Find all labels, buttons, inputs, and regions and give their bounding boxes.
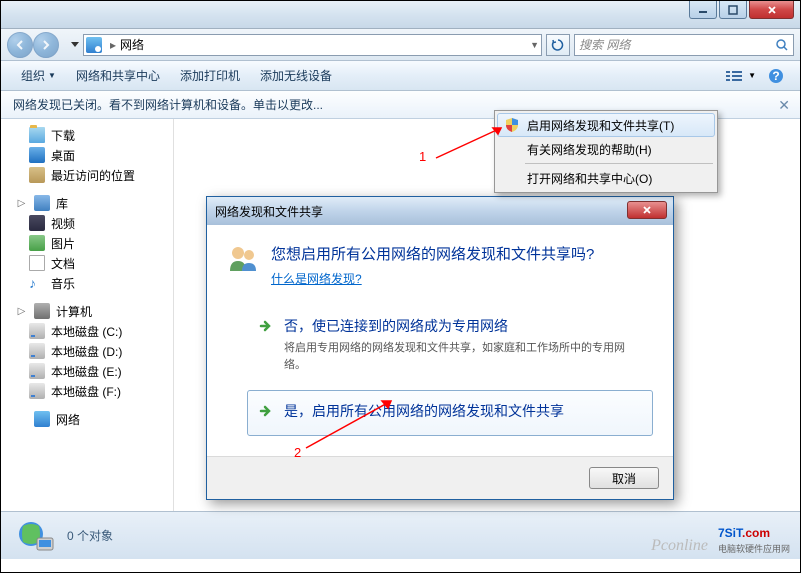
cancel-button[interactable]: 取消 — [589, 467, 659, 489]
command-bar: 组织▼ 网络和共享中心 添加打印机 添加无线设备 ▼ ? — [1, 61, 800, 91]
status-text: 0 个对象 — [67, 527, 113, 544]
breadcrumb-sep: ▸ — [110, 38, 116, 52]
dialog-option-public[interactable]: 是，启用所有公用网络的网络发现和文件共享 — [247, 390, 653, 436]
drive-icon — [29, 343, 45, 359]
address-bar[interactable]: ▸ 网络 ▼ — [83, 34, 542, 56]
annotation-number-1: 1 — [419, 149, 426, 164]
context-menu-separator — [525, 163, 713, 164]
context-menu-help[interactable]: 有关网络发现的帮助(H) — [497, 137, 715, 161]
annotation-number-2: 2 — [294, 445, 301, 460]
dialog-network-discovery: 网络发现和文件共享 您想启用所有公用网络的网络发现和文件共享吗? 什么是网络发现… — [206, 196, 674, 500]
add-wireless-button[interactable]: 添加无线设备 — [250, 63, 342, 88]
pictures-icon — [29, 235, 45, 251]
nav-history-dropdown[interactable] — [67, 35, 83, 55]
sidebar-cat-network[interactable]: 网络 — [1, 409, 173, 429]
network-large-icon — [15, 516, 55, 556]
sidebar-item-desktop[interactable]: 桌面 — [1, 145, 173, 165]
dialog-titlebar[interactable]: 网络发现和文件共享 — [207, 197, 673, 225]
sidebar-item-drive-f[interactable]: 本地磁盘 (F:) — [1, 381, 173, 401]
back-button[interactable] — [7, 32, 33, 58]
folder-icon — [29, 127, 45, 143]
info-bar-close[interactable]: ✕ — [778, 97, 790, 114]
refresh-button[interactable] — [546, 34, 570, 56]
organize-menu[interactable]: 组织▼ — [11, 63, 66, 88]
video-icon — [29, 215, 45, 231]
minimize-button[interactable] — [689, 1, 717, 19]
sidebar-item-pictures[interactable]: 图片 — [1, 233, 173, 253]
users-icon — [227, 243, 259, 275]
option-desc: 将启用专用网络的网络发现和文件共享，如家庭和工作场所中的专用网络。 — [284, 340, 640, 373]
navigation-pane: 下载 桌面 最近访问的位置 ▷库 视频 图片 文档 ♪音乐 ▷计算机 本地磁盘 … — [1, 119, 174, 511]
search-input[interactable]: 搜索 网络 — [574, 34, 794, 56]
status-bar: 0 个对象 Pconline 7SiT.com 电脑软硬件应用网 — [1, 511, 800, 559]
arrow-icon — [258, 318, 274, 334]
library-icon — [34, 195, 50, 211]
sidebar-cat-library[interactable]: ▷库 — [1, 193, 173, 213]
address-dropdown-icon[interactable]: ▼ — [530, 40, 539, 50]
computer-icon — [34, 303, 50, 319]
dialog-title-text: 网络发现和文件共享 — [215, 203, 323, 220]
option-title: 是，启用所有公用网络的网络发现和文件共享 — [284, 401, 640, 421]
documents-icon — [29, 255, 45, 271]
sidebar-item-drive-c[interactable]: 本地磁盘 (C:) — [1, 321, 173, 341]
maximize-button[interactable] — [719, 1, 747, 19]
dialog-help-link[interactable]: 什么是网络发现? — [271, 272, 362, 286]
recent-icon — [29, 167, 45, 183]
network-icon — [34, 411, 50, 427]
nav-bar: ▸ 网络 ▼ 搜索 网络 — [1, 29, 800, 61]
network-center-button[interactable]: 网络和共享中心 — [66, 63, 170, 88]
shield-icon — [504, 117, 520, 133]
drive-icon — [29, 323, 45, 339]
breadcrumb-text[interactable]: 网络 — [120, 36, 144, 53]
sidebar-item-documents[interactable]: 文档 — [1, 253, 173, 273]
sidebar-item-drive-e[interactable]: 本地磁盘 (E:) — [1, 361, 173, 381]
dialog-option-private[interactable]: 否，使已连接到的网络成为专用网络 将启用专用网络的网络发现和文件共享，如家庭和工… — [247, 305, 653, 384]
window-titlebar — [1, 1, 800, 29]
view-options-button[interactable]: ▼ — [720, 65, 762, 87]
music-icon: ♪ — [29, 275, 45, 291]
sidebar-item-music[interactable]: ♪音乐 — [1, 273, 173, 293]
forward-button[interactable] — [33, 32, 59, 58]
sidebar-item-drive-d[interactable]: 本地磁盘 (D:) — [1, 341, 173, 361]
drive-icon — [29, 383, 45, 399]
drive-icon — [29, 363, 45, 379]
add-printer-button[interactable]: 添加打印机 — [170, 63, 250, 88]
sidebar-item-downloads[interactable]: 下载 — [1, 125, 173, 145]
option-title: 否，使已连接到的网络成为专用网络 — [284, 316, 640, 336]
search-icon — [775, 38, 789, 52]
close-button[interactable] — [749, 1, 794, 19]
info-bar-text: 网络发现已关闭。看不到网络计算机和设备。单击以更改... — [13, 96, 323, 113]
watermark: Pconline 7SiT.com 电脑软硬件应用网 — [651, 521, 790, 555]
network-icon — [86, 37, 102, 53]
context-menu-enable-discovery[interactable]: 启用网络发现和文件共享(T) — [497, 113, 715, 137]
dialog-question: 您想启用所有公用网络的网络发现和文件共享吗? — [271, 243, 594, 264]
svg-text:?: ? — [772, 69, 779, 83]
help-button[interactable]: ? — [762, 64, 790, 88]
search-placeholder: 搜索 网络 — [579, 36, 630, 53]
context-menu: 启用网络发现和文件共享(T) 有关网络发现的帮助(H) 打开网络和共享中心(O) — [494, 110, 718, 193]
dialog-close-button[interactable] — [627, 201, 667, 219]
desktop-icon — [29, 147, 45, 163]
sidebar-item-videos[interactable]: 视频 — [1, 213, 173, 233]
arrow-icon — [258, 403, 274, 419]
context-menu-open-center[interactable]: 打开网络和共享中心(O) — [497, 166, 715, 190]
sidebar-cat-computer[interactable]: ▷计算机 — [1, 301, 173, 321]
sidebar-item-recent[interactable]: 最近访问的位置 — [1, 165, 173, 185]
